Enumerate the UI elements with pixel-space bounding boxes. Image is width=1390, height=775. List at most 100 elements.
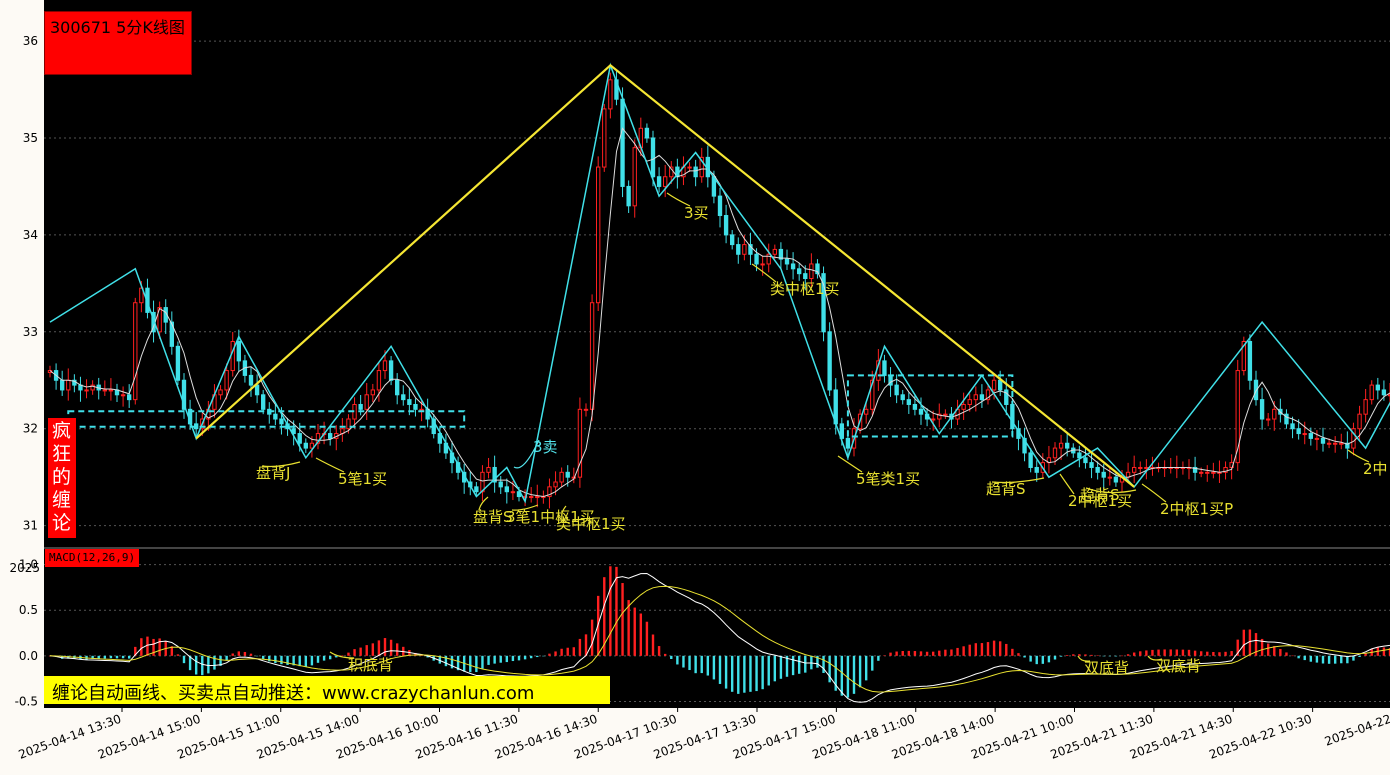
candle-body [1308, 433, 1313, 439]
macd-histogram-bar [621, 583, 624, 656]
price-tick-label: 31 [23, 519, 38, 533]
macd-histogram-bar [925, 651, 929, 656]
candle-body [784, 258, 790, 265]
macd-histogram-bar [365, 645, 368, 656]
macd-histogram-bar [1163, 649, 1166, 656]
candle-body [1205, 471, 1210, 474]
candle-body [1138, 466, 1143, 469]
macd-histogram-bar [1139, 651, 1142, 656]
annotation-label: 双底背 [1084, 659, 1129, 677]
candle-body [961, 403, 966, 410]
macd-histogram-bar [1333, 655, 1337, 664]
candle-body [175, 345, 181, 381]
candle-body [644, 127, 650, 139]
candle-body [529, 496, 534, 499]
macd-histogram-bar [359, 647, 362, 656]
macd-histogram-bar [992, 640, 996, 656]
annotation-label: 双底背 [1156, 657, 1201, 675]
macd-tick-label: 0.0 [19, 649, 38, 663]
promo-text[interactable]: 缠论自动画线、买卖点自动推送：www.crazychanlun.com [52, 679, 534, 705]
candle-body [894, 384, 899, 396]
candle-body [650, 137, 656, 178]
macd-histogram-bar [919, 651, 923, 656]
candle-body [596, 166, 601, 304]
macd-histogram-bar [1297, 655, 1300, 659]
candle-body [1107, 476, 1112, 479]
candle-body [742, 244, 747, 255]
macd-histogram-bar [1266, 643, 1270, 656]
annotation-label: 5笔类1买 [856, 470, 920, 488]
candle-body [906, 399, 911, 405]
candle-body [918, 408, 924, 415]
candle-body [401, 394, 406, 401]
macd-histogram-bar [883, 655, 886, 656]
macd-histogram-bar [237, 651, 241, 656]
candle-body [370, 389, 375, 396]
macd-histogram-bar [1151, 649, 1154, 656]
candle-body [754, 253, 759, 265]
macd-histogram-bar [517, 655, 521, 661]
macd-histogram-bar [858, 655, 862, 688]
candle-body [388, 360, 394, 381]
macd-histogram-bar [1132, 652, 1136, 656]
macd-histogram-bar [255, 655, 259, 657]
candle-body [1375, 384, 1380, 391]
macd-histogram-bar [341, 655, 344, 656]
macd-histogram-bar [584, 634, 588, 656]
price-tick-label: 35 [23, 131, 38, 145]
macd-histogram-bar [481, 655, 484, 669]
candle-body [998, 379, 1003, 391]
macd-histogram-bar [560, 648, 563, 656]
candle-body [900, 394, 905, 401]
macd-histogram-bar [590, 619, 594, 656]
candle-body [687, 166, 692, 169]
macd-histogram-bar [103, 655, 107, 659]
macd-histogram-bar [657, 646, 661, 656]
macd-histogram-bar [633, 607, 636, 656]
candle-body [1296, 428, 1301, 435]
macd-histogram-bar [1230, 651, 1233, 656]
macd-histogram-bar [511, 655, 515, 662]
macd-histogram-bar [529, 655, 533, 659]
macd-histogram-bar [1321, 655, 1325, 664]
macd-histogram-bar [201, 655, 204, 676]
macd-tick-label: 0.5 [19, 603, 38, 617]
macd-histogram-bar [140, 638, 143, 656]
macd-histogram-bar [1072, 654, 1075, 656]
annotation-label: 趋背S [1080, 486, 1120, 504]
candle-body [108, 389, 114, 392]
macd-histogram-bar [578, 638, 582, 656]
candle-body [736, 244, 741, 255]
candle-body [1144, 466, 1149, 469]
kline-chart: 3132333435361.00.50.0-0.52025 2025-04-14… [0, 0, 1390, 775]
candle-body [230, 340, 235, 372]
candle-body [474, 486, 479, 493]
macd-histogram-bar [469, 655, 472, 673]
candle-body [358, 403, 363, 410]
macd-histogram-bar [243, 651, 247, 656]
candle-body [632, 147, 637, 207]
macd-histogram-bar [127, 655, 131, 659]
macd-tick-label: -0.5 [15, 694, 38, 708]
candle-body [328, 433, 333, 439]
macd-histogram-bar [194, 655, 198, 675]
candle-body [1132, 466, 1137, 473]
candle-body [1052, 447, 1058, 459]
candle-body [1077, 452, 1082, 459]
candle-body [626, 185, 631, 207]
macd-histogram-bar [889, 652, 892, 656]
macd-histogram-bar [718, 655, 722, 684]
macd-histogram-bar [1193, 650, 1197, 656]
macd-histogram-bar [1169, 649, 1172, 656]
macd-histogram-bar [146, 636, 149, 656]
macd-histogram-bar [395, 643, 399, 656]
macd-histogram-bar [1096, 655, 1099, 656]
macd-histogram-bar [767, 655, 770, 686]
macd-histogram-bar [1078, 654, 1081, 656]
candle-body [827, 331, 832, 391]
macd-histogram-bar [907, 650, 911, 656]
macd-histogram-bar [706, 655, 710, 676]
candle-body [1101, 471, 1106, 478]
candle-body [1065, 442, 1070, 449]
candle-body [1034, 466, 1039, 473]
